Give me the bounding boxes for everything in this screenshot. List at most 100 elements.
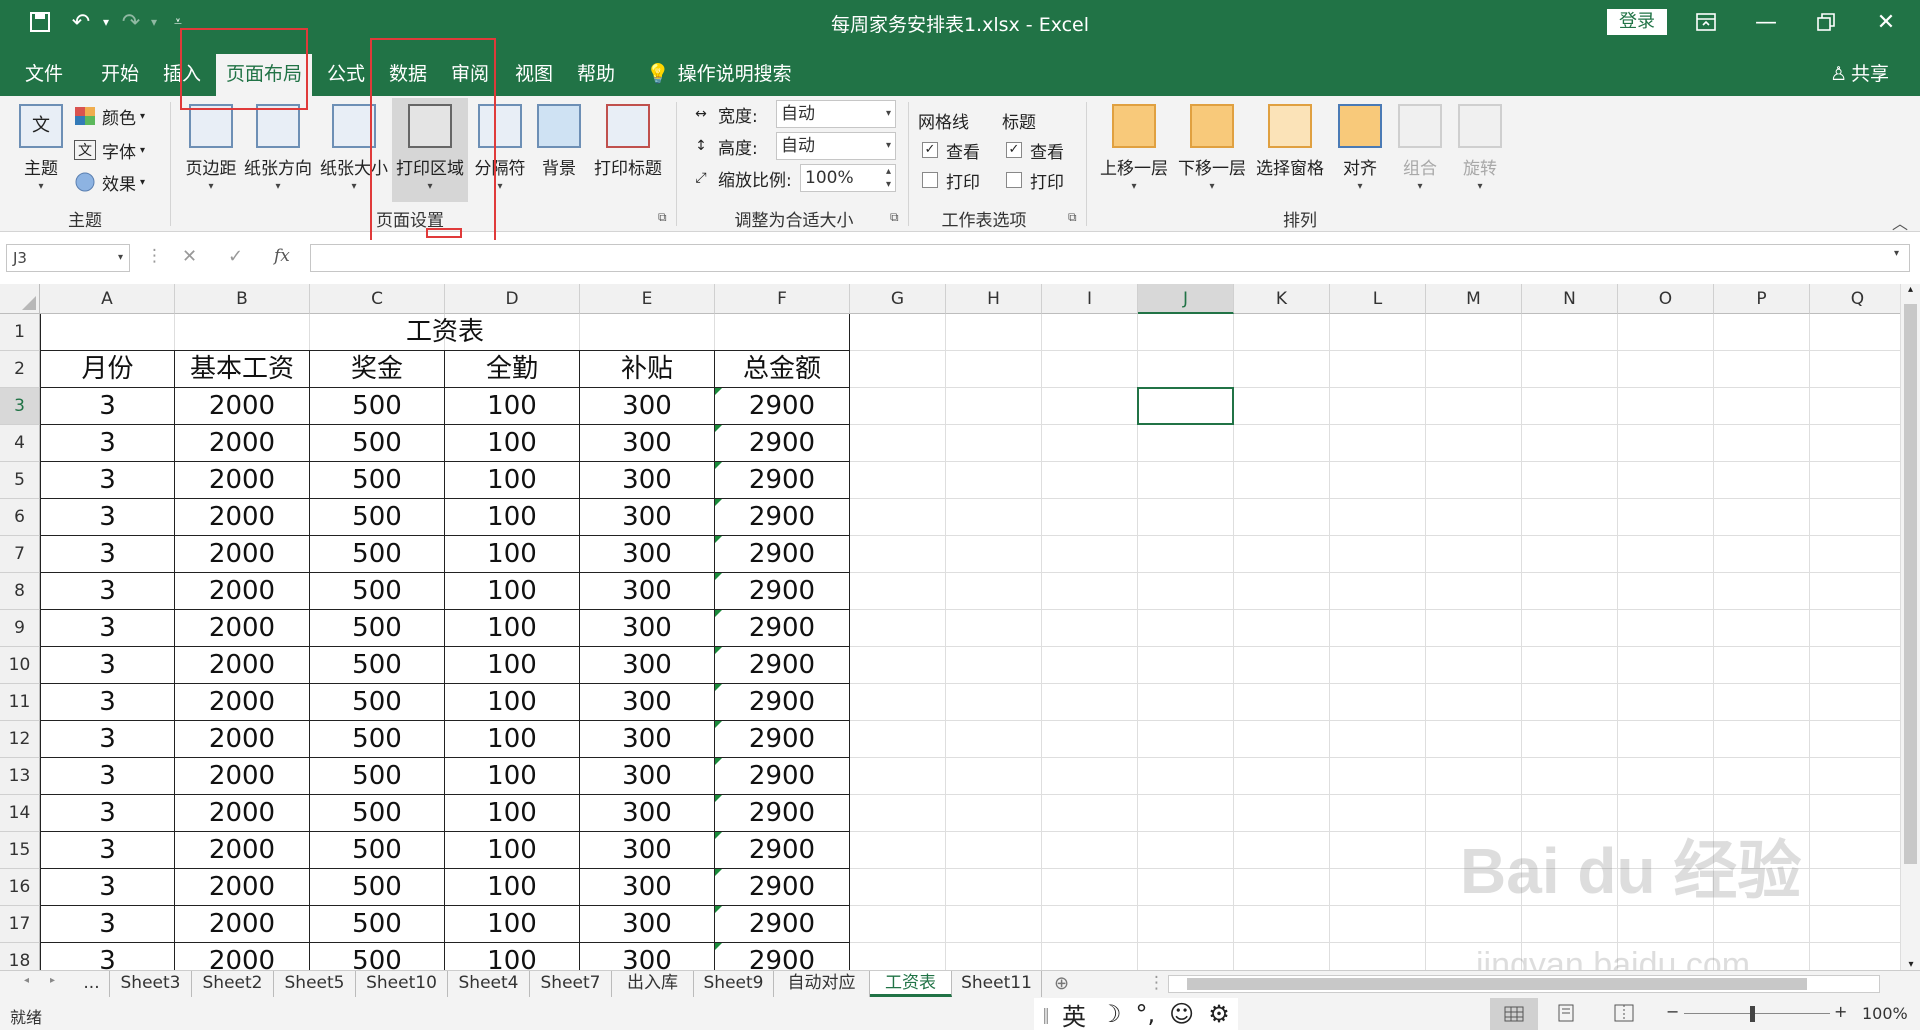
column-header-m[interactable]: M: [1426, 284, 1522, 314]
print-titles-button[interactable]: 打印标题: [590, 98, 666, 202]
error-indicator-icon[interactable]: [715, 573, 722, 580]
table-cell[interactable]: 2000: [175, 647, 310, 684]
send-backward-button[interactable]: 下移一层 ▾: [1174, 98, 1250, 202]
row-header-1[interactable]: 1: [0, 314, 40, 351]
row-header-10[interactable]: 10: [0, 647, 40, 684]
table-cell[interactable]: 3: [40, 684, 175, 721]
headings-print-checkbox[interactable]: 打印: [1006, 166, 1064, 194]
table-cell[interactable]: 2900: [715, 869, 850, 906]
column-header-p[interactable]: P: [1714, 284, 1810, 314]
row-header-3[interactable]: 3: [0, 388, 40, 425]
more-sheets-button[interactable]: ...: [74, 971, 110, 997]
table-cell[interactable]: 2900: [715, 462, 850, 499]
column-header-f[interactable]: F: [715, 284, 850, 314]
error-indicator-icon[interactable]: [715, 795, 722, 802]
spreadsheet-grid[interactable]: ABCDEFGHIJKLMNOPQ 1 2 3 4 5 6 7 8 9 10 11 12 13 14 15 1…: [0, 284, 1900, 970]
error-indicator-icon[interactable]: [715, 869, 722, 876]
tell-me-search[interactable]: 💡 操作说明搜索: [646, 54, 792, 96]
table-cell[interactable]: 500: [310, 610, 445, 647]
table-cell[interactable]: 3: [40, 943, 175, 970]
error-indicator-icon[interactable]: [715, 425, 722, 432]
table-cell[interactable]: 100: [445, 573, 580, 610]
ribbon-display-options-icon[interactable]: [1676, 0, 1736, 44]
sheet-tab[interactable]: Sheet2: [192, 971, 274, 997]
table-cell[interactable]: 2900: [715, 906, 850, 943]
table-cell[interactable]: 2900: [715, 795, 850, 832]
sheet-tab[interactable]: Sheet3: [110, 971, 192, 997]
table-cell[interactable]: 500: [310, 795, 445, 832]
table-cell[interactable]: 3: [40, 610, 175, 647]
table-cell[interactable]: 3: [40, 536, 175, 573]
zoom-slider-thumb[interactable]: [1750, 1006, 1755, 1022]
table-header-cell[interactable]: 全勤: [445, 351, 580, 388]
table-cell[interactable]: 100: [445, 721, 580, 758]
vertical-scrollbar[interactable]: ▴ ▾: [1900, 284, 1920, 970]
scale-launcher-icon[interactable]: ⧉: [890, 210, 899, 225]
punctuation-icon[interactable]: °,: [1136, 1000, 1156, 1028]
table-cell[interactable]: 500: [310, 906, 445, 943]
formula-input[interactable]: [310, 244, 1910, 272]
row-header-14[interactable]: 14: [0, 795, 40, 832]
page-layout-view-icon[interactable]: [1556, 1004, 1576, 1026]
table-cell[interactable]: 500: [310, 462, 445, 499]
expand-formula-bar-icon[interactable]: ▾: [1894, 248, 1899, 259]
table-cell[interactable]: 500: [310, 425, 445, 462]
gridlines-print-checkbox[interactable]: 打印: [922, 166, 980, 194]
table-cell[interactable]: 300: [580, 462, 715, 499]
headings-view-checkbox[interactable]: ✓ 查看: [1006, 136, 1064, 164]
table-cell[interactable]: 500: [310, 721, 445, 758]
next-sheet-icon[interactable]: ▸: [50, 975, 55, 986]
width-select[interactable]: 自动 ▾: [776, 100, 896, 128]
margins-button[interactable]: 页边距 ▾: [180, 98, 242, 202]
tab-view[interactable]: 视图: [502, 54, 566, 96]
table-cell[interactable]: 2000: [175, 721, 310, 758]
sheet-tab[interactable]: Sheet9: [694, 971, 774, 997]
sheet-tab[interactable]: Sheet4: [448, 971, 530, 997]
minimize-icon[interactable]: —: [1736, 0, 1796, 44]
scroll-thumb[interactable]: [1904, 304, 1917, 864]
row-header-12[interactable]: 12: [0, 721, 40, 758]
table-cell[interactable]: 2000: [175, 610, 310, 647]
row-header-13[interactable]: 13: [0, 758, 40, 795]
tab-split-handle[interactable]: ⋮: [1148, 973, 1165, 993]
table-cell[interactable]: 3: [40, 906, 175, 943]
normal-view-icon[interactable]: [1490, 998, 1538, 1030]
table-cell[interactable]: 2000: [175, 388, 310, 425]
column-header-h[interactable]: H: [946, 284, 1042, 314]
table-cell[interactable]: 500: [310, 536, 445, 573]
table-cell[interactable]: 100: [445, 795, 580, 832]
sheet-tab[interactable]: 自动对应: [774, 971, 870, 997]
table-header-cell[interactable]: 月份: [40, 351, 175, 388]
table-cell[interactable]: 3: [40, 795, 175, 832]
table-cell[interactable]: 3: [40, 721, 175, 758]
zoom-level[interactable]: 100%: [1862, 1004, 1908, 1023]
table-cell[interactable]: 2900: [715, 425, 850, 462]
error-indicator-icon[interactable]: [715, 499, 722, 506]
table-cell[interactable]: 500: [310, 573, 445, 610]
table-cell[interactable]: 2000: [175, 758, 310, 795]
table-cell[interactable]: 300: [580, 610, 715, 647]
table-cell[interactable]: 3: [40, 499, 175, 536]
row-header-17[interactable]: 17: [0, 906, 40, 943]
column-header-i[interactable]: I: [1042, 284, 1138, 314]
selection-pane-button[interactable]: 选择窗格: [1252, 98, 1328, 202]
tab-insert[interactable]: 插入: [150, 54, 214, 96]
scale-spinner[interactable]: 100% ▴ ▾: [800, 164, 896, 192]
table-cell[interactable]: 100: [445, 536, 580, 573]
column-header-e[interactable]: E: [580, 284, 715, 314]
table-cell[interactable]: 300: [580, 536, 715, 573]
height-select[interactable]: 自动 ▾: [776, 132, 896, 160]
column-header-g[interactable]: G: [850, 284, 946, 314]
table-cell[interactable]: 500: [310, 832, 445, 869]
row-header-4[interactable]: 4: [0, 425, 40, 462]
cancel-icon[interactable]: ✕: [182, 246, 197, 267]
table-cell[interactable]: 2900: [715, 536, 850, 573]
table-cell[interactable]: 300: [580, 943, 715, 970]
row-header-16[interactable]: 16: [0, 869, 40, 906]
tab-file[interactable]: 文件: [12, 54, 76, 96]
table-cell[interactable]: 2000: [175, 832, 310, 869]
table-cell[interactable]: 500: [310, 647, 445, 684]
error-indicator-icon[interactable]: [715, 647, 722, 654]
bring-forward-button[interactable]: 上移一层 ▾: [1096, 98, 1172, 202]
table-cell[interactable]: 2900: [715, 758, 850, 795]
